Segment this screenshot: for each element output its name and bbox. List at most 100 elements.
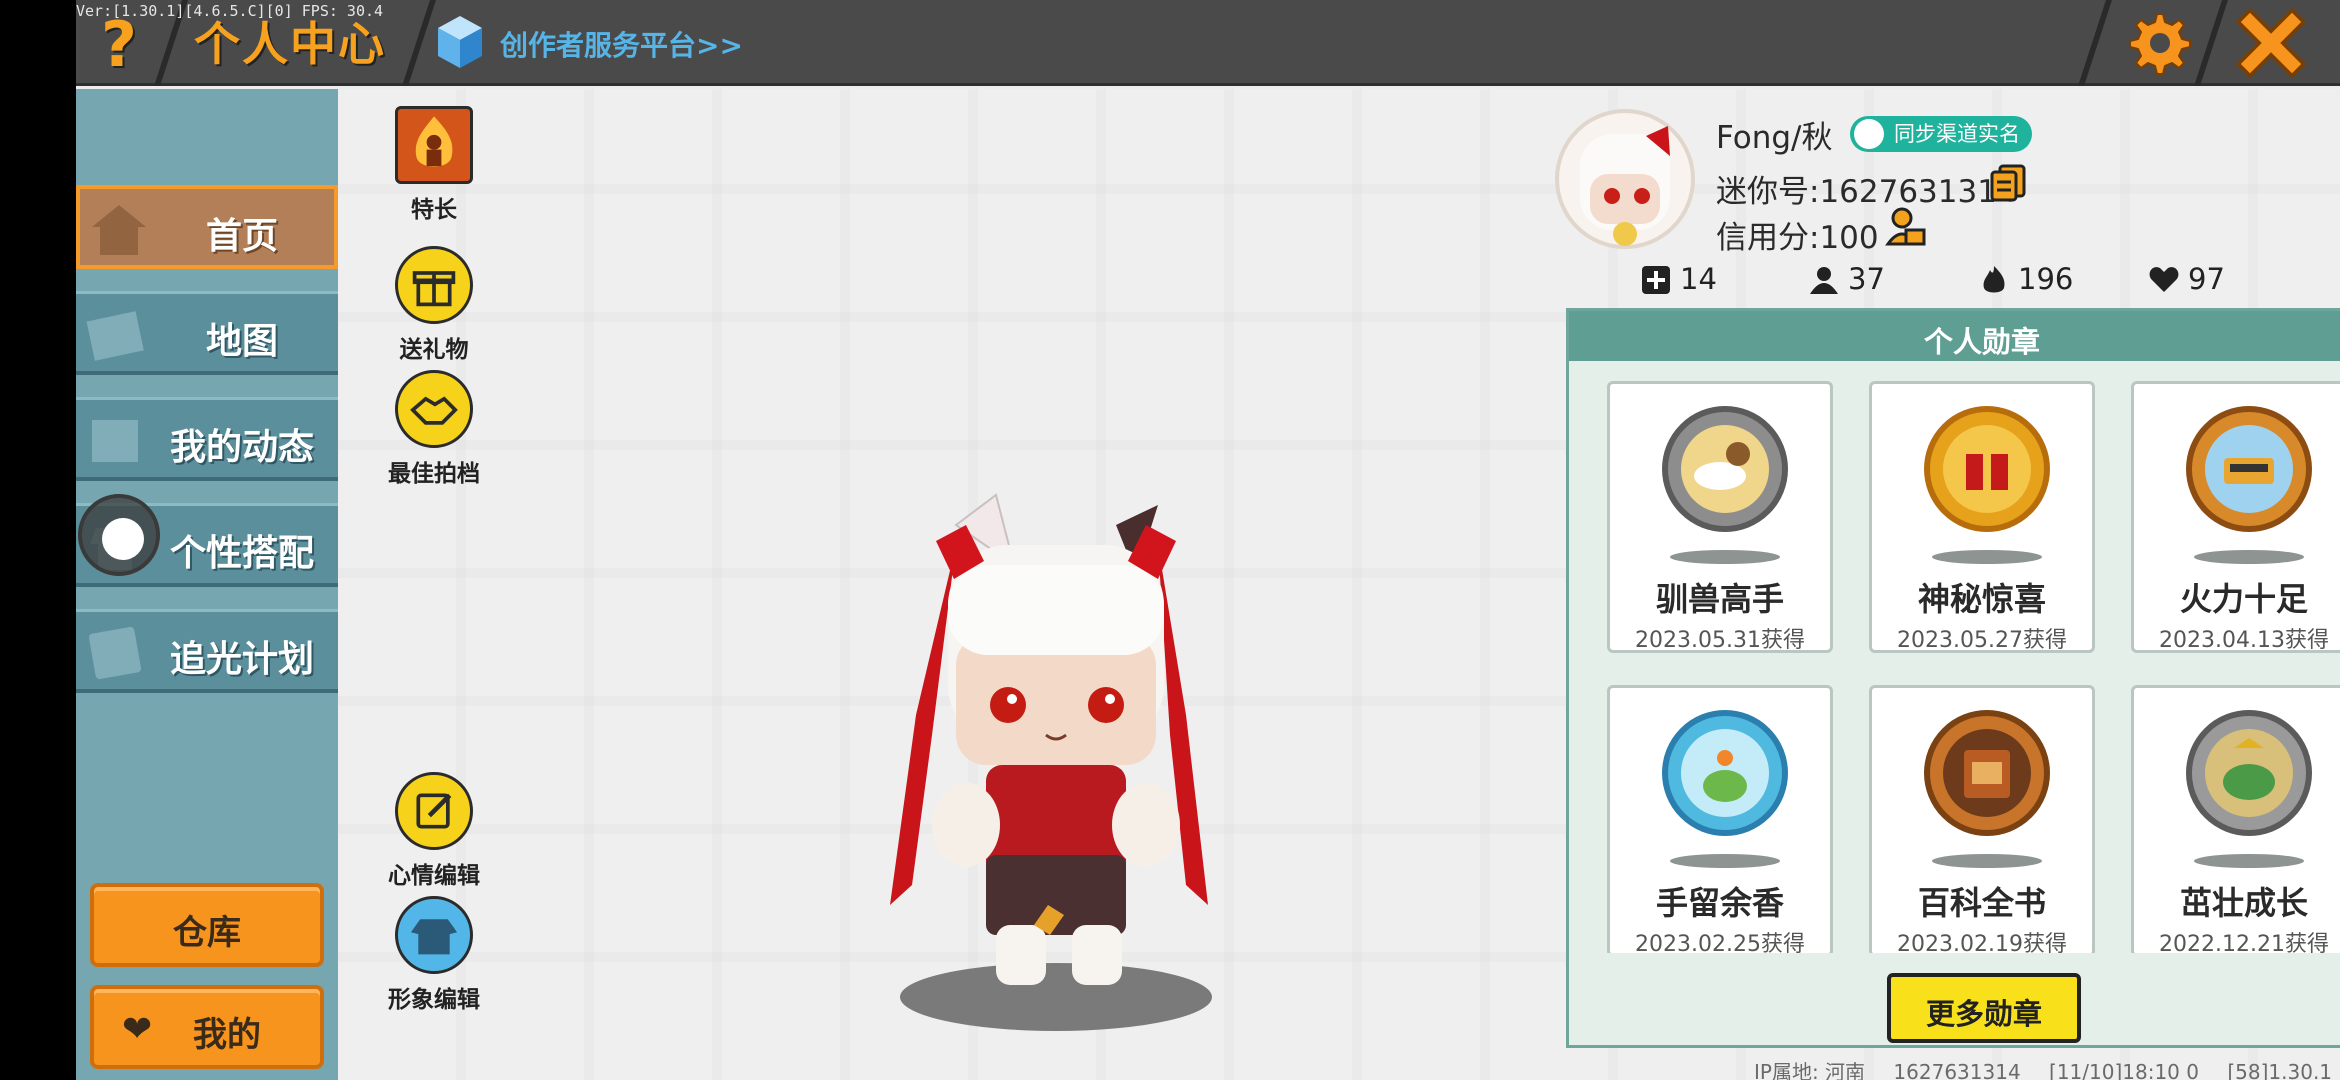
- feed-icon: [92, 420, 138, 462]
- medal-name: 神秘惊喜: [1917, 580, 2046, 618]
- sidebar-item-label: 个性搭配: [169, 533, 314, 574]
- sync-realname-badge[interactable]: 同步渠道实名: [1850, 116, 2032, 152]
- fire-icon: [1983, 266, 2005, 293]
- id-card-icon[interactable]: [1884, 206, 1926, 248]
- help-button[interactable]: ?: [84, 10, 154, 80]
- sync-badge-label: 同步渠道实名: [1894, 122, 2020, 146]
- floating-ball-dot: [102, 518, 144, 560]
- sidebar-item-plan[interactable]: 追光计划: [76, 609, 338, 693]
- sidebar-item-label: 我的动态: [169, 427, 314, 468]
- medal-shadow: [2194, 550, 2304, 564]
- username: Fong/秋: [1716, 120, 1833, 156]
- home-icon: [92, 205, 146, 255]
- ip-location: IP属地: 河南: [1754, 1060, 1866, 1080]
- floating-assistant-ball[interactable]: [78, 494, 160, 576]
- medal-date: 2023.02.19获得: [1897, 932, 2067, 953]
- shirt-icon: [395, 896, 473, 974]
- followers-icon: [1810, 267, 1838, 294]
- footer-id: 1627631314: [1893, 1060, 2021, 1080]
- mystery-gift-medal-icon: [1924, 406, 2050, 532]
- footer-version: [58]1.30.1: [2227, 1060, 2333, 1080]
- specialty-button[interactable]: 特长: [374, 106, 494, 224]
- stat-value: 14: [1680, 262, 1717, 296]
- medal-name: 火力十足: [2179, 580, 2308, 618]
- medal-date: 2023.04.13获得: [2159, 628, 2329, 653]
- divider: [2194, 0, 2228, 86]
- medal-name: 驯兽高手: [1655, 580, 1784, 618]
- specialty-label: 特长: [411, 197, 457, 223]
- divider: [402, 0, 436, 86]
- gear-icon[interactable]: [2122, 8, 2192, 78]
- mini-id: 迷你号:1627631314: [1716, 174, 2017, 210]
- medal-card[interactable]: 茁壮成长 2022.12.21获得: [2131, 685, 2340, 953]
- flame-figure-icon: [395, 106, 473, 184]
- mood-edit-label: 心情编辑: [388, 863, 480, 889]
- divider: [2078, 0, 2112, 86]
- image-edit-label: 形象编辑: [388, 987, 480, 1013]
- sidebar-item-label: 追光计划: [169, 639, 314, 680]
- sidebar: 首页 地图 我的动态 个性搭配 追光计划 仓库 ❤ 我的: [76, 89, 338, 1080]
- close-icon[interactable]: [2236, 8, 2306, 78]
- medal-card[interactable]: 驯兽高手 2023.05.31获得: [1607, 381, 1833, 653]
- medal-panel-title: 个人勋章: [1923, 325, 2040, 359]
- beast-tamer-medal-icon: [1662, 406, 1788, 532]
- mine-label: 我的: [193, 1015, 261, 1055]
- best-partner-button[interactable]: 最佳拍档: [374, 370, 494, 488]
- image-edit-button[interactable]: 形象编辑: [374, 896, 494, 1014]
- add-friend-icon: [1642, 266, 1670, 294]
- firepower-medal-icon: [2186, 406, 2312, 532]
- more-medals-button[interactable]: 更多勋章: [1887, 973, 2081, 1043]
- best-partner-label: 最佳拍档: [388, 461, 480, 487]
- mine-button[interactable]: ❤ 我的: [90, 985, 324, 1069]
- medal-shadow: [2194, 854, 2304, 868]
- stat-value: 37: [1848, 262, 1885, 296]
- send-gift-button[interactable]: 送礼物: [374, 246, 494, 364]
- sidebar-item-home[interactable]: 首页: [76, 185, 338, 269]
- cube-icon: [438, 16, 482, 68]
- stat-value: 97: [2188, 262, 2225, 296]
- medal-card[interactable]: 百科全书 2023.02.19获得: [1869, 685, 2095, 953]
- plan-icon: [88, 626, 142, 680]
- medal-date: 2022.12.21获得: [2159, 932, 2329, 953]
- medal-date: 2023.02.25获得: [1635, 932, 1805, 953]
- medal-card[interactable]: 手留余香 2023.02.25获得: [1607, 685, 1833, 953]
- profile-avatar[interactable]: [1550, 104, 1700, 254]
- sidebar-item-map[interactable]: 地图: [76, 291, 338, 375]
- warehouse-button[interactable]: 仓库: [90, 883, 324, 967]
- lingering-fragrance-medal-icon: [1662, 710, 1788, 836]
- medal-shadow: [1932, 854, 2042, 868]
- sidebar-item-label: 首页: [205, 216, 278, 257]
- medal-shadow: [1932, 550, 2042, 564]
- medal-card[interactable]: 神秘惊喜 2023.05.27获得: [1869, 381, 2095, 653]
- heart-icon: [2149, 267, 2179, 292]
- medal-grid: 驯兽高手 2023.05.31获得 神秘惊喜 2023.05.27获得 火力十足…: [1607, 381, 2340, 953]
- medal-shadow: [1670, 550, 1780, 564]
- handshake-icon: [395, 370, 473, 448]
- stat-value: 196: [2018, 262, 2074, 296]
- map-icon: [86, 311, 144, 361]
- mood-edit-button[interactable]: 心情编辑: [374, 772, 494, 890]
- medal-card[interactable]: 火力十足 2023.04.13获得: [2131, 381, 2340, 653]
- medal-date: 2023.05.27获得: [1897, 628, 2067, 653]
- creator-platform-link[interactable]: 创作者服务平台>>: [500, 24, 743, 64]
- medal-date: 2023.05.31获得: [1635, 628, 1805, 653]
- app-window: ? 个人中心 创作者服务平台>> Ver:[1.30.1][4.6.5.C][0…: [76, 0, 2340, 1080]
- credit-score: 信用分:100: [1716, 220, 1879, 256]
- medal-name: 茁壮成长: [2179, 884, 2308, 922]
- footer-time: [11/10]18:10 0: [2049, 1060, 2199, 1080]
- medal-panel-header: 个人勋章: [1569, 311, 2340, 361]
- debug-overlay: Ver:[1.30.1][4.6.5.C][0] FPS: 30.4: [76, 2, 384, 20]
- sidebar-item-feed[interactable]: 我的动态: [76, 397, 338, 481]
- medal-panel: 个人勋章 驯兽高手 2023.05.31获得 神秘惊喜 2023.05.27获得…: [1566, 308, 2340, 1048]
- medal-name: 手留余香: [1655, 884, 1784, 922]
- footer-status: IP属地: 河南 1627631314 [11/10]18:10 0 [58]1…: [1754, 1056, 2340, 1080]
- copy-icon[interactable]: [1988, 162, 2028, 202]
- thriving-growth-medal-icon: [2186, 710, 2312, 836]
- user-verified-icon: [1854, 119, 1884, 149]
- sidebar-item-label: 地图: [205, 321, 278, 362]
- medal-shadow: [1670, 854, 1780, 868]
- medal-name: 百科全书: [1917, 884, 2046, 922]
- player-avatar-3d: [890, 493, 1212, 1031]
- more-medals-label: 更多勋章: [1925, 997, 2042, 1031]
- send-gift-label: 送礼物: [399, 337, 469, 363]
